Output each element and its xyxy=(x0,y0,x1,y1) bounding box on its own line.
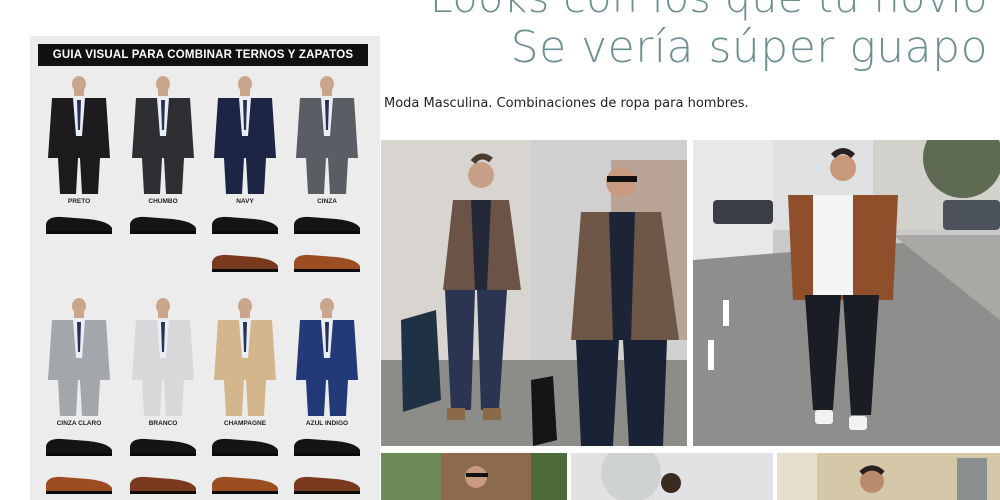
guide-header: GUIA VISUAL PARA COMBINAR TERNOS Y ZAPAT… xyxy=(38,44,368,66)
suit-label: CINZA xyxy=(317,198,337,205)
shoe-icon xyxy=(210,212,280,238)
shoe-icon xyxy=(128,472,198,498)
shoe-icon xyxy=(210,472,280,498)
photo-brown-blazer-look xyxy=(381,140,687,446)
suit-label: NAVY xyxy=(236,198,254,205)
shoe-icon xyxy=(44,434,114,460)
suit-label: PRETO xyxy=(67,198,91,205)
suit-5 xyxy=(44,298,114,416)
shoe-icon xyxy=(292,212,362,238)
shoe-icon xyxy=(128,434,198,460)
shoe-icon xyxy=(292,472,362,498)
suit-4 xyxy=(292,76,362,194)
suit-6 xyxy=(128,298,198,416)
photo-tan-jacket-street-look xyxy=(693,140,1000,446)
photo-bottom-3 xyxy=(777,453,1000,500)
shoe-icon xyxy=(44,472,114,498)
shoe-icon xyxy=(292,434,362,460)
suit-3 xyxy=(210,76,280,194)
shoe-icon xyxy=(210,250,280,276)
page-title-line-2: Se vería súper guapo xyxy=(510,22,988,73)
page-subtitle: Moda Masculina. Combinaciones de ropa pa… xyxy=(384,96,749,111)
suit-label: AZUL INDIGO xyxy=(305,420,349,427)
suit-1 xyxy=(44,76,114,194)
suit-label: CINZA CLARO xyxy=(56,420,102,427)
shoe-icon xyxy=(128,212,198,238)
suit-label: BRANCO xyxy=(148,420,178,427)
suit-label: CHUMBO xyxy=(148,198,178,205)
shoe-icon xyxy=(44,212,114,238)
suit-2 xyxy=(128,76,198,194)
shoe-icon xyxy=(210,434,280,460)
suit-shoe-guide: GUIA VISUAL PARA COMBINAR TERNOS Y ZAPAT… xyxy=(30,36,380,500)
suit-8 xyxy=(292,298,362,416)
photo-bottom-2 xyxy=(571,453,773,500)
photo-bottom-1 xyxy=(381,453,567,500)
suit-7 xyxy=(210,298,280,416)
suit-label: CHAMPAGNE xyxy=(223,420,267,427)
page-title-line-1: Looks con los que tu novio xyxy=(430,0,988,22)
shoe-icon xyxy=(292,250,362,276)
